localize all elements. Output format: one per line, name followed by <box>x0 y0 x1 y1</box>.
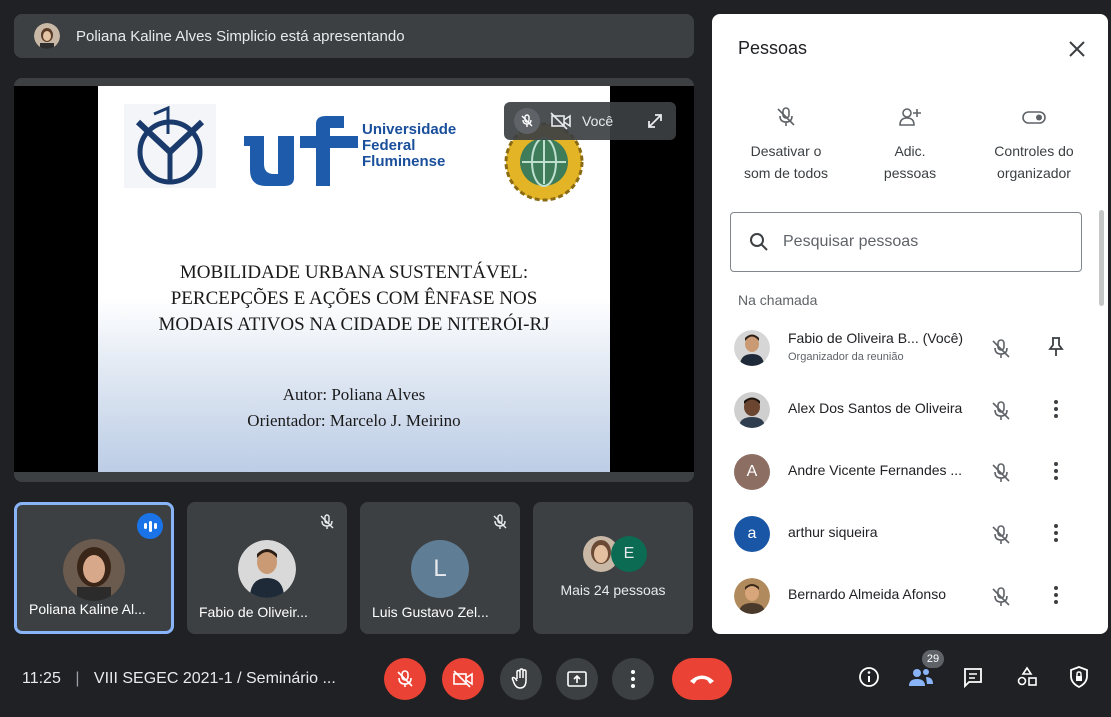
camera-off-icon <box>550 112 572 130</box>
presenter-text: Poliana Kaline Alves Simplicio está apre… <box>76 27 405 45</box>
camera-toggle-button[interactable] <box>442 658 484 700</box>
hang-up-icon <box>688 672 716 686</box>
mic-off-icon[interactable] <box>990 524 1012 546</box>
participant-tile-fabio[interactable]: Fabio de Oliveir... <box>187 502 347 634</box>
present-screen-icon <box>566 669 588 689</box>
pin-icon[interactable] <box>1046 336 1066 358</box>
participant-name: Fabio de Oliveir... <box>199 604 308 620</box>
self-view-pip[interactable]: Você <box>504 102 676 140</box>
participant-name: Poliana Kaline Al... <box>29 601 146 617</box>
university-name: Universidade Federal Fluminense <box>362 121 457 170</box>
participant-tile-luis[interactable]: L Luis Gustavo Zel... <box>360 502 520 634</box>
presenter-banner: Poliana Kaline Alves Simplicio está apre… <box>14 14 694 58</box>
add-person-icon <box>850 106 970 132</box>
avatar <box>734 392 770 428</box>
close-icon[interactable] <box>1068 40 1086 58</box>
avatar: a <box>734 516 770 552</box>
raise-hand-button[interactable] <box>500 658 542 700</box>
toggle-icon <box>974 106 1094 132</box>
people-panel: Pessoas Desativar o som de todos Adic. p… <box>712 14 1108 634</box>
participant-row[interactable]: Bernardo Almeida Afonso <box>712 566 1108 628</box>
slide-advisor: Orientador: Marcelo J. Meirino <box>247 411 461 430</box>
presenter-avatar <box>34 23 60 49</box>
section-label: Na chamada <box>738 292 818 308</box>
avatar <box>63 539 125 601</box>
participant-tile-poliana[interactable]: Poliana Kaline Al... <box>14 502 174 634</box>
mute-all-icon <box>726 106 846 132</box>
present-now-button[interactable] <box>556 658 598 700</box>
leave-call-button[interactable] <box>672 658 732 700</box>
engineering-logo <box>124 104 216 188</box>
activities-icon[interactable] <box>1016 666 1038 688</box>
scrollbar[interactable] <box>1099 210 1104 306</box>
participant-row[interactable]: Fabio de Oliveira B... (Você) Organizado… <box>712 318 1108 380</box>
mic-off-icon[interactable] <box>990 400 1012 422</box>
participant-name: Bernardo Almeida Afonso <box>788 586 946 602</box>
presentation-stage: Universidade Federal Fluminense MOBILIDA… <box>14 78 694 482</box>
info-icon[interactable] <box>858 666 880 688</box>
avatar: E <box>611 536 647 572</box>
participant-row[interactable]: a arthur siqueira <box>712 504 1108 566</box>
add-people-button[interactable]: Adic. pessoas <box>850 106 970 184</box>
more-options-button[interactable] <box>612 658 654 700</box>
avatar <box>734 578 770 614</box>
mic-off-icon <box>514 108 540 134</box>
host-controls-shield-icon[interactable] <box>1068 666 1090 688</box>
avatar: L <box>411 540 469 598</box>
presentation-area: Universidade Federal Fluminense MOBILIDA… <box>14 86 694 472</box>
clock-time: 11:25 <box>22 670 61 687</box>
participant-name: Luis Gustavo Zel... <box>372 604 489 620</box>
more-participants-tile[interactable]: E Mais 24 pessoas <box>533 502 693 634</box>
chat-icon[interactable] <box>962 666 984 688</box>
mic-off-icon[interactable] <box>990 338 1012 360</box>
slide-author: Autor: Poliana Alves <box>282 385 426 404</box>
search-field[interactable] <box>730 212 1082 272</box>
host-controls-button[interactable]: Controles do organizador <box>974 106 1094 184</box>
mute-all-button[interactable]: Desativar o som de todos <box>726 106 846 184</box>
search-icon <box>749 232 769 252</box>
more-options-icon[interactable] <box>1046 398 1066 420</box>
bottom-control-bar: 11:25 | VIII SEGEC 2021-1 / Seminário ..… <box>0 644 1111 717</box>
more-options-icon[interactable] <box>1046 460 1066 482</box>
avatar <box>734 330 770 366</box>
more-options-icon <box>629 669 637 689</box>
hand-icon <box>511 668 531 690</box>
participant-role: Organizador da reunião <box>788 351 904 363</box>
presentation-slide: Universidade Federal Fluminense MOBILIDA… <box>98 86 610 472</box>
camera-off-icon <box>452 669 474 689</box>
search-input[interactable] <box>781 232 1065 252</box>
speaking-indicator-icon <box>137 513 163 539</box>
participant-name: arthur siqueira <box>788 524 878 540</box>
mic-off-icon <box>319 514 335 530</box>
more-participants-label: Mais 24 pessoas <box>560 582 666 598</box>
avatar: A <box>734 454 770 490</box>
mic-toggle-button[interactable] <box>384 658 426 700</box>
participant-name: Andre Vicente Fernandes ... <box>788 462 963 478</box>
people-icon[interactable] <box>908 666 934 688</box>
participant-row[interactable]: A Andre Vicente Fernandes ... <box>712 442 1108 504</box>
uff-logo <box>244 116 358 186</box>
participant-row[interactable]: Alex Dos Santos de Oliveira <box>712 380 1108 442</box>
panel-title: Pessoas <box>738 38 808 58</box>
mic-off-icon <box>492 514 508 530</box>
slide-title: MOBILIDADE URBANA SUSTENTÁVEL: PERCEPÇÕE… <box>158 262 550 335</box>
people-count-badge: 29 <box>922 650 944 668</box>
participant-name: Alex Dos Santos de Oliveira <box>788 400 963 416</box>
avatar <box>238 540 296 598</box>
meeting-info: 11:25 | VIII SEGEC 2021-1 / Seminário ..… <box>22 670 336 687</box>
expand-icon[interactable] <box>646 112 664 130</box>
more-options-icon[interactable] <box>1046 522 1066 544</box>
mic-off-icon[interactable] <box>990 462 1012 484</box>
mic-off-icon <box>395 669 415 689</box>
participant-name: Fabio de Oliveira B... (Você) <box>788 330 964 346</box>
more-options-icon[interactable] <box>1046 584 1066 606</box>
self-view-label: Você <box>582 113 614 129</box>
meeting-name: VIII SEGEC 2021-1 / Seminário ... <box>93 670 336 687</box>
slide-credits: Autor: Poliana Alves Orientador: Marcelo… <box>98 382 610 434</box>
mic-off-icon[interactable] <box>990 586 1012 608</box>
